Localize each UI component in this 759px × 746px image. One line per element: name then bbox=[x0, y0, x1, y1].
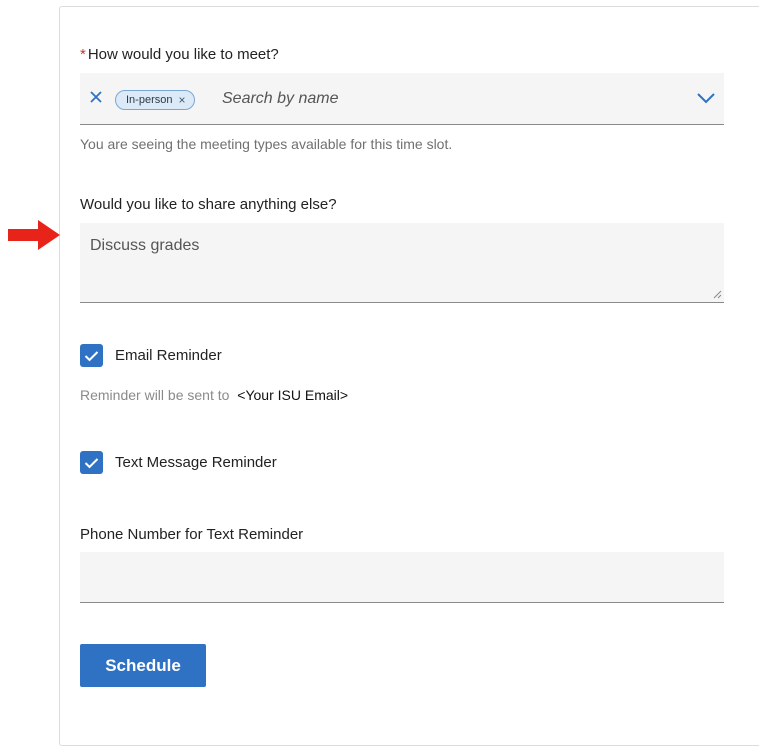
share-textarea[interactable]: Discuss grades bbox=[80, 223, 724, 302]
checkmark-icon bbox=[84, 350, 99, 361]
reminder-email-value: <Your ISU Email> bbox=[237, 387, 349, 403]
red-arrow-icon bbox=[8, 220, 60, 250]
phone-number-label: Phone Number for Text Reminder bbox=[80, 526, 304, 543]
required-marker: * bbox=[80, 46, 86, 63]
email-reminder-row: Email Reminder bbox=[80, 344, 222, 367]
meeting-type-search-input[interactable] bbox=[220, 86, 664, 112]
phone-number-container bbox=[80, 552, 724, 603]
resize-handle-icon[interactable] bbox=[712, 289, 722, 299]
chip-label: In-person bbox=[126, 94, 173, 106]
share-textarea-container: Discuss grades bbox=[80, 223, 724, 303]
selected-chip-in-person: In-person × bbox=[115, 90, 195, 110]
meet-helper-text: You are seeing the meeting types availab… bbox=[80, 136, 453, 152]
reminder-note-text: Reminder will be sent to bbox=[80, 387, 230, 403]
clear-icon[interactable] bbox=[88, 89, 104, 105]
phone-number-input[interactable] bbox=[80, 552, 724, 602]
checkmark-icon bbox=[84, 457, 99, 468]
share-question-label: Would you like to share anything else? bbox=[80, 196, 337, 213]
meet-question-label: * How would you like to meet? bbox=[80, 46, 279, 63]
text-reminder-checkbox[interactable] bbox=[80, 451, 103, 474]
chevron-down-icon[interactable] bbox=[696, 91, 716, 105]
chip-remove-icon[interactable]: × bbox=[178, 90, 185, 110]
meeting-type-select[interactable]: In-person × bbox=[80, 73, 724, 125]
reminder-destination-note: Reminder will be sent to <Your ISU Email… bbox=[80, 387, 348, 403]
text-reminder-row: Text Message Reminder bbox=[80, 451, 277, 474]
schedule-button[interactable]: Schedule bbox=[80, 644, 206, 687]
text-reminder-label: Text Message Reminder bbox=[115, 454, 277, 471]
meet-question-text: How would you like to meet? bbox=[87, 46, 279, 63]
email-reminder-checkbox[interactable] bbox=[80, 344, 103, 367]
email-reminder-label: Email Reminder bbox=[115, 347, 222, 364]
